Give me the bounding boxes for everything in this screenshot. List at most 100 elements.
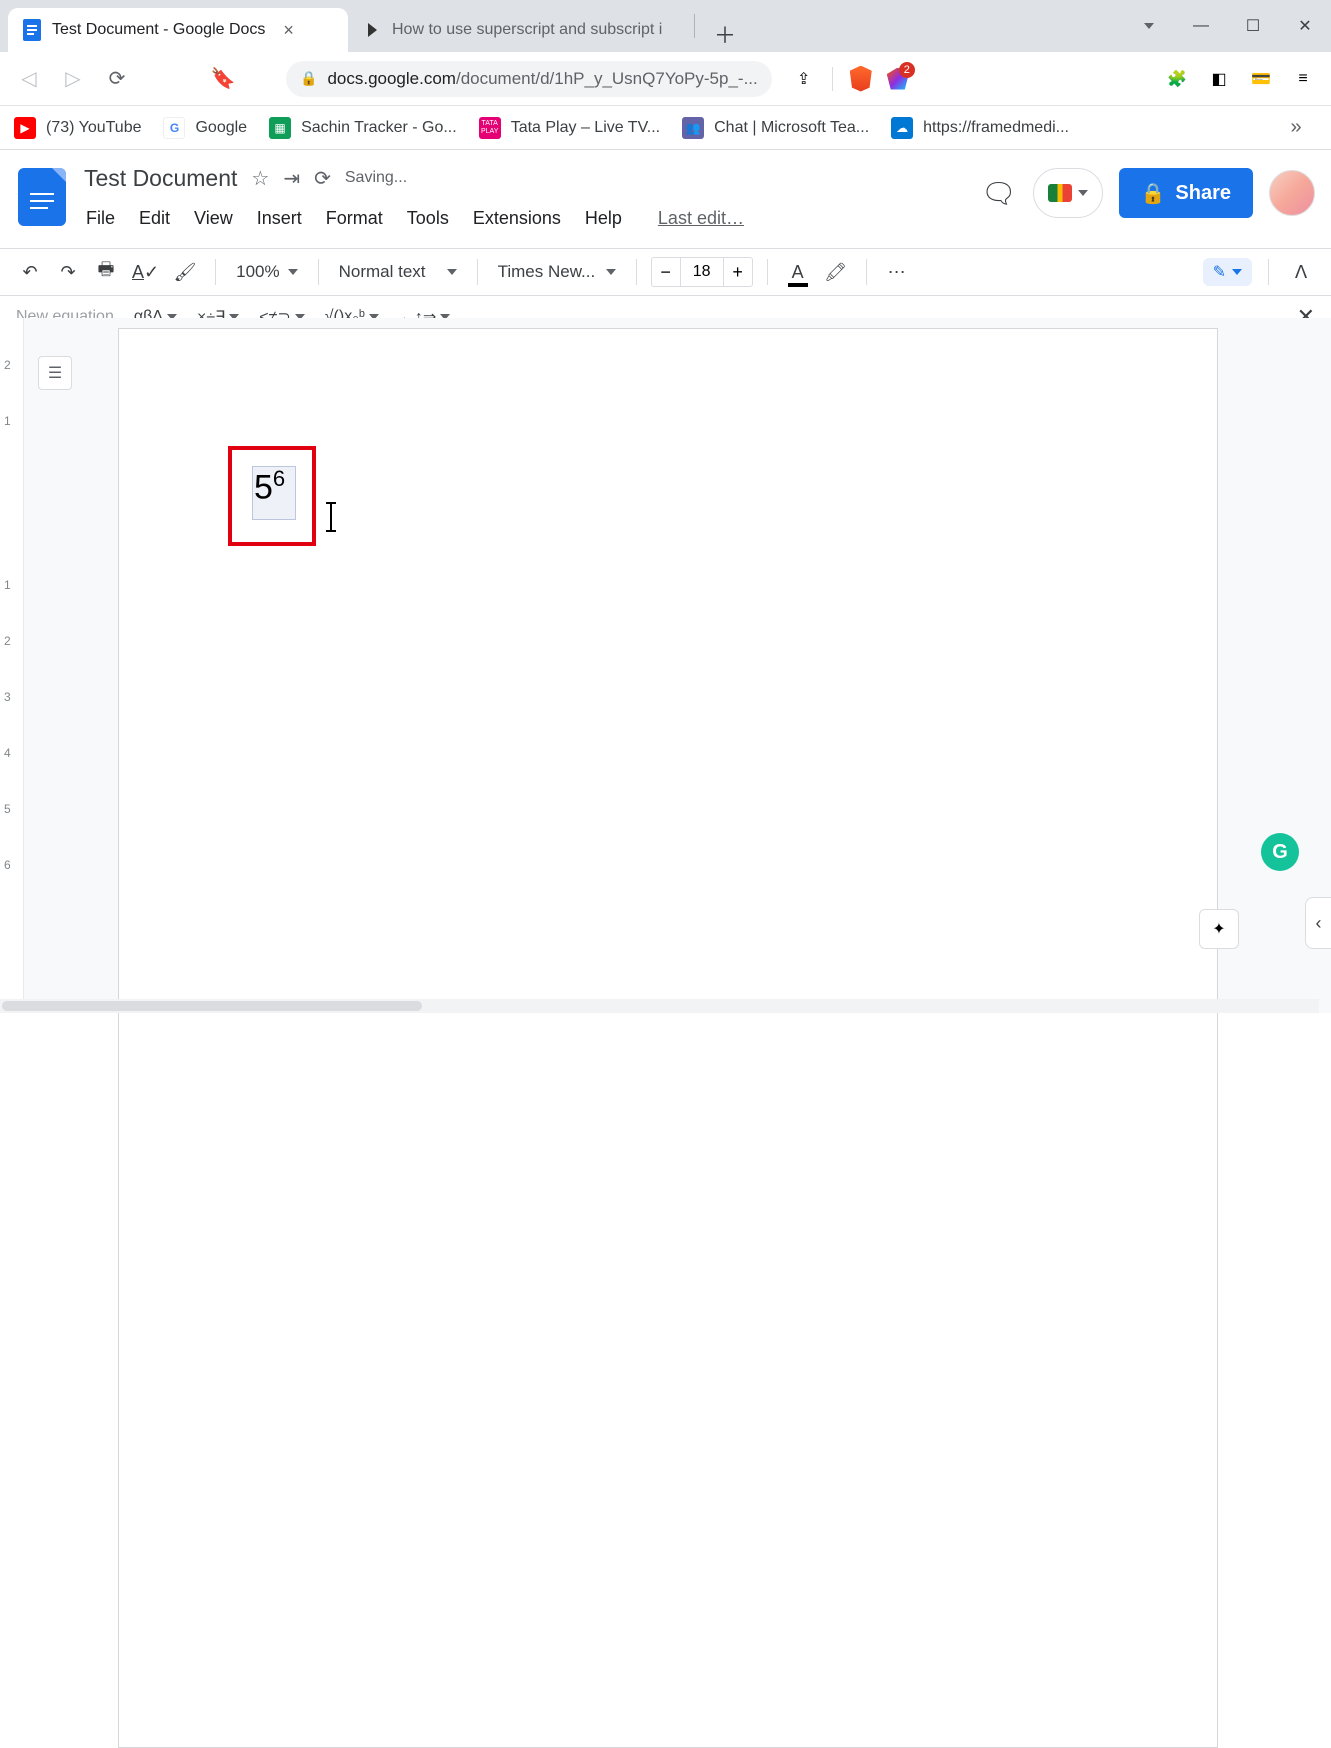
collapse-toolbar-button[interactable]: ᐱ [1285,256,1317,288]
more-tools-button[interactable]: ⋯ [881,256,913,288]
header-right: 🗨 🔒 Share [981,168,1315,218]
menu-extensions[interactable]: Extensions [471,204,563,233]
reload-button[interactable]: ⟳ [96,58,138,100]
menu-view[interactable]: View [192,204,235,233]
document-outline-button[interactable]: ☰ [38,356,72,390]
bookmark-sheets[interactable]: ▦Sachin Tracker - Go... [269,117,457,139]
menu-insert[interactable]: Insert [255,204,304,233]
side-panel-toggle[interactable]: ‹ [1305,897,1331,949]
spellcheck-button[interactable]: A✓ [128,256,163,288]
horizontal-scrollbar[interactable] [0,999,1319,1013]
text-color-button[interactable]: A [782,256,814,288]
bookmark-icon[interactable]: 🔖 [202,58,244,100]
menu-file[interactable]: File [84,204,117,233]
brave-rewards-icon[interactable]: 2 [885,66,911,92]
docs-logo[interactable] [18,168,66,226]
cloud-sync-icon: ⟳ [314,166,331,191]
explore-button[interactable]: ✦ [1199,909,1239,949]
bookmark-google[interactable]: GGoogle [163,117,247,139]
vertical-ruler[interactable]: 2 1 1 2 3 4 5 6 [0,318,24,1013]
wallet-icon[interactable]: 💳 [1243,61,1279,97]
share-button[interactable]: 🔒 Share [1119,168,1254,218]
url-box[interactable]: 🔒 docs.google.com/document/d/1hP_y_UsnQ7… [286,61,772,97]
move-icon[interactable]: ⇥ [283,166,300,191]
window-controls: — ☐ ✕ [1123,0,1331,52]
print-button[interactable]: 🖶 [90,256,122,288]
document-canvas: 2 1 1 2 3 4 5 6 ☰ 56 G ✦ ‹ [0,318,1331,1013]
bookmark-onedrive[interactable]: ☁https://framedmedi... [891,117,1069,139]
chevron-down-icon [447,269,457,275]
tab-title: Test Document - Google Docs [52,21,265,39]
tab-search-icon[interactable] [1123,6,1175,46]
sidepanel-toggle-icon[interactable]: ◧ [1201,61,1237,97]
star-icon[interactable]: ☆ [251,166,269,191]
editing-mode-button[interactable]: ✎ [1203,258,1252,286]
undo-button[interactable]: ↶ [14,256,46,288]
toolbar-separator [1268,259,1269,285]
chevron-down-icon [288,269,298,275]
back-button[interactable]: ◁ [8,58,50,100]
menu-tools[interactable]: Tools [405,204,451,233]
extensions-icon[interactable]: 🧩 [1159,61,1195,97]
docs-favicon [22,20,42,40]
toolbar-separator [215,259,216,285]
font-dropdown[interactable]: Times New... [492,262,622,282]
bookmark-tata[interactable]: TATAPLAYTata Play – Live TV... [479,117,660,139]
bookmarks-bar: ▶(73) YouTube GGoogle ▦Sachin Tracker - … [0,106,1331,150]
meet-icon [1048,184,1072,202]
scrollbar-thumb[interactable] [2,1001,422,1011]
font-size-increase[interactable]: + [724,262,752,283]
site-favicon [362,20,382,40]
tab-active[interactable]: Test Document - Google Docs × [8,8,348,52]
account-avatar[interactable] [1269,170,1315,216]
address-bar: ◁ ▷ ⟳ 🔖 🔒 docs.google.com/document/d/1hP… [0,52,1331,106]
highlight-color-button[interactable]: 🖍 [820,256,852,288]
chevron-down-icon [1078,190,1088,196]
maximize-button[interactable]: ☐ [1227,6,1279,46]
brave-badge-count: 2 [899,62,915,78]
paint-format-button[interactable]: 🖌 [169,256,201,288]
menu-help[interactable]: Help [583,204,624,233]
onedrive-icon: ☁ [891,117,913,139]
brave-shield-icon[interactable] [843,61,879,97]
bookmark-teams[interactable]: 👥Chat | Microsoft Tea... [682,117,869,139]
toolbar-separator [636,259,637,285]
font-size-control: − 18 + [651,257,753,287]
addr-sep [832,67,833,91]
meet-button[interactable] [1033,168,1103,218]
minimize-button[interactable]: — [1175,6,1227,46]
share-url-icon[interactable]: ⇪ [786,61,822,97]
lock-icon: 🔒 [300,70,317,87]
tab-separator [694,14,695,38]
font-size-decrease[interactable]: − [652,262,680,283]
style-dropdown[interactable]: Normal text [333,262,463,282]
zoom-dropdown[interactable]: 100% [230,262,303,282]
sheets-icon: ▦ [269,117,291,139]
toolbar-separator [477,259,478,285]
grammarly-icon[interactable]: G [1261,833,1299,871]
document-title[interactable]: Test Document [84,165,237,192]
app-menu-icon[interactable]: ≡ [1285,61,1321,97]
teams-icon: 👥 [682,117,704,139]
redo-button[interactable]: ↷ [52,256,84,288]
text-cursor-ibeam [330,504,332,530]
last-edit-link[interactable]: Last edit… [656,204,746,233]
new-tab-button[interactable]: ＋ [707,16,743,52]
bookmarks-overflow-icon[interactable]: » [1275,107,1317,149]
lock-icon: 🔒 [1141,181,1166,206]
bookmark-youtube[interactable]: ▶(73) YouTube [14,117,141,139]
menubar: File Edit View Insert Format Tools Exten… [84,204,746,233]
tab-inactive[interactable]: How to use superscript and subscript i [348,8,688,52]
tab-close-icon[interactable]: × [283,20,294,41]
comments-icon[interactable]: 🗨 [981,177,1017,210]
font-size-value[interactable]: 18 [680,258,724,286]
menu-format[interactable]: Format [324,204,385,233]
chevron-down-icon [606,269,616,275]
close-window-button[interactable]: ✕ [1279,6,1331,46]
browser-chrome: Test Document - Google Docs × How to use… [0,0,1331,150]
url-text: docs.google.com/document/d/1hP_y_UsnQ7Yo… [327,69,757,89]
toolbar: ↶ ↷ 🖶 A✓ 🖌 100% Normal text Times New...… [0,248,1331,296]
menu-edit[interactable]: Edit [137,204,172,233]
equation-content: 56 [254,466,285,507]
forward-button[interactable]: ▷ [52,58,94,100]
